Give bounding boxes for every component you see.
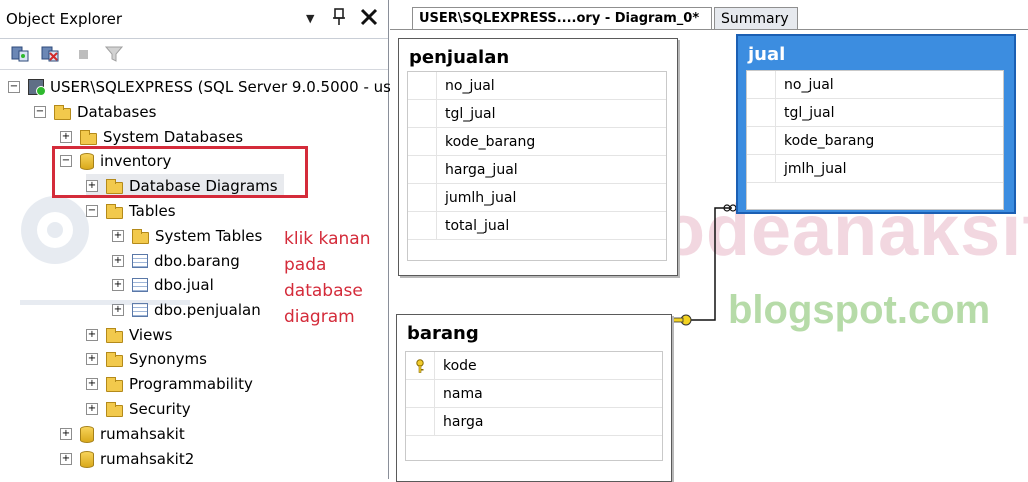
column-name: no_jual [445,77,495,94]
column-row[interactable]: jumlh_jual [408,184,666,212]
column-name: jumlh_jual [445,189,517,206]
dropdown-icon[interactable]: ▼ [306,12,314,25]
folder-icon [106,401,123,417]
diagram-canvas[interactable]: codeanaksif blogspot.com penjualan no_ju… [390,29,1028,482]
column-row[interactable]: kode [406,352,662,380]
pin-icon[interactable] [332,8,346,30]
expand-icon[interactable]: + [86,378,98,390]
column-name: kode [443,357,477,374]
column-name: harga [443,413,484,430]
expand-icon[interactable]: + [86,403,98,415]
column-name: harga_jual [445,161,518,178]
folder-icon [106,327,123,343]
document-tab-strip: USER\SQLEXPRESS....ory - Diagram_0* Summ… [390,0,1028,30]
tree-item-rumahsakit[interactable]: + rumahsakit [60,422,185,446]
server-icon [28,79,46,96]
column-row[interactable]: no_jual [747,71,1003,99]
table-title: barang [407,323,479,344]
annotation-line: database [284,281,363,301]
column-name: tgl_jual [445,105,496,122]
column-row[interactable]: harga [406,408,662,436]
expand-icon[interactable]: + [60,131,72,143]
folder-icon [54,104,71,120]
expand-icon[interactable]: + [60,453,72,465]
tree-item-label: USER\SQLEXPRESS (SQL Server 9.0.5000 - u… [50,78,407,96]
expand-icon[interactable]: + [86,329,98,341]
annotation-line: pada [284,255,327,275]
annotation-line: klik kanan [284,229,371,249]
column-row[interactable]: harga_jual [408,156,666,184]
tree-item-label: rumahsakit2 [100,450,195,468]
collapse-icon[interactable]: − [8,81,20,93]
annotation-line: diagram [284,307,355,327]
primary-key-icon [406,352,435,379]
object-explorer-panel: Object Explorer ▼ − USER\SQLEXPRESS (SQL… [0,0,406,479]
column-name: nama [443,385,483,402]
filter-icon[interactable] [104,44,124,64]
database-icon [80,450,94,468]
tree-item-views[interactable]: + Views [86,323,172,347]
tree-item-server[interactable]: − USER\SQLEXPRESS (SQL Server 9.0.5000 -… [8,75,406,99]
column-list: no_jual tgl_jual kode_barang harga_jual … [407,71,667,261]
collapse-icon[interactable]: − [34,106,46,118]
database-icon [80,425,94,443]
folder-icon [106,351,123,367]
table-title: penjualan [409,47,510,68]
column-name: jmlh_jual [784,160,847,177]
expand-icon[interactable]: + [60,428,72,440]
tree-item-label: System Databases [103,128,244,146]
tree-item-programmability[interactable]: + Programmability [86,372,253,396]
highlight-box [52,146,308,198]
object-explorer-toolbar [0,39,388,70]
diagram-table-penjualan[interactable]: penjualan no_jual tgl_jual kode_barang h… [398,38,678,276]
column-list: kode nama harga [405,351,663,461]
diagram-table-barang[interactable]: barang kode nama harga [396,314,672,482]
stop-icon[interactable] [74,44,94,64]
object-explorer-title: Object Explorer [6,10,123,28]
tree-item-label: Databases [77,103,157,121]
column-name: kode_barang [445,133,536,150]
tree-item-label: Programmability [129,375,253,393]
column-row[interactable]: tgl_jual [408,100,666,128]
column-row[interactable]: kode_barang [747,127,1003,155]
column-name: no_jual [784,76,834,93]
column-row[interactable]: total_jual [408,212,666,240]
connect-icon[interactable] [10,44,30,64]
tab-summary[interactable]: Summary [714,7,798,29]
column-row[interactable]: kode_barang [408,128,666,156]
column-name: tgl_jual [784,104,835,121]
folder-icon [80,129,97,145]
column-row[interactable]: jmlh_jual [747,155,1003,183]
annotation-note: klik kanan pada database diagram [284,226,370,330]
diagram-table-jual[interactable]: jual no_jual tgl_jual kode_barang jmlh_j… [736,34,1016,214]
column-row[interactable]: nama [406,380,662,408]
tree-item-label: Synonyms [129,350,207,368]
tree-item-databases[interactable]: − Databases [34,100,156,124]
tree-item-rumahsakit2[interactable]: + rumahsakit2 [60,447,194,471]
column-name: kode_barang [784,132,875,149]
column-row[interactable]: no_jual [408,72,666,100]
column-row[interactable]: tgl_jual [747,99,1003,127]
column-list: no_jual tgl_jual kode_barang jmlh_jual [746,70,1004,210]
tree-item-label: rumahsakit [100,425,185,443]
diagram-document: USER\SQLEXPRESS....ory - Diagram_0* Summ… [390,0,1028,482]
table-title: jual [748,44,786,65]
tree-item-label: Security [129,400,191,418]
close-icon[interactable] [360,8,378,30]
tree-item-security[interactable]: + Security [86,397,191,421]
folder-icon [106,376,123,392]
tab-diagram[interactable]: USER\SQLEXPRESS....ory - Diagram_0* [412,7,712,29]
column-name: total_jual [445,217,510,234]
object-explorer-header: Object Explorer ▼ [0,0,388,39]
expand-icon[interactable]: + [86,353,98,365]
tree-item-synonyms[interactable]: + Synonyms [86,347,207,371]
tree-item-label: Views [129,326,173,344]
disconnect-icon[interactable] [40,44,60,64]
